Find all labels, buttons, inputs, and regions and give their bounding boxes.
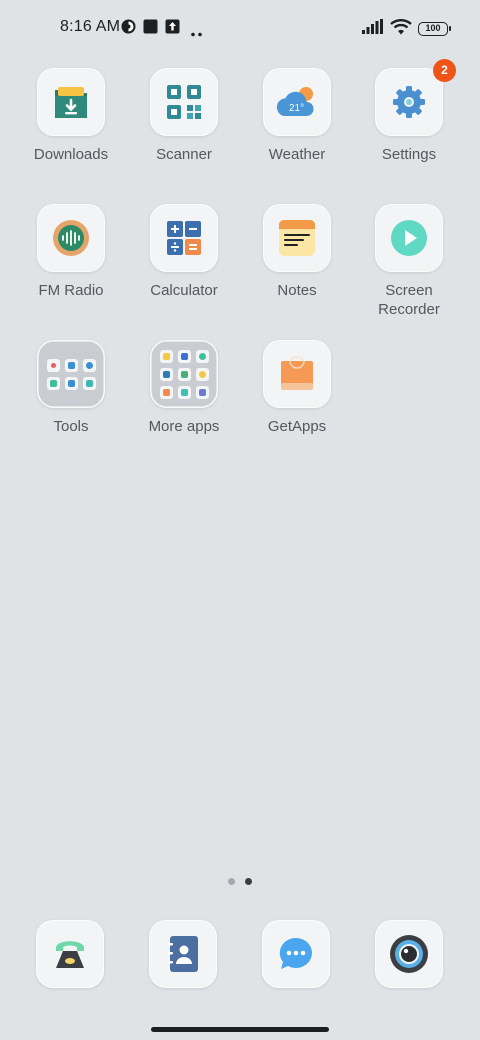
mini-video-icon — [177, 385, 191, 399]
app-getapps[interactable]: GetApps — [247, 340, 347, 436]
app-label: Tools — [53, 418, 89, 435]
download-folder-icon — [37, 68, 105, 136]
data-saver-icon — [121, 19, 136, 39]
app-label: Downloads — [33, 146, 109, 163]
battery-icon: 100 — [418, 22, 451, 36]
upload-arrow-icon — [165, 19, 180, 39]
app-label: More apps — [148, 418, 220, 435]
messages-icon — [262, 920, 330, 988]
mini-booking-icon — [159, 385, 173, 399]
dock-camera[interactable] — [375, 920, 443, 988]
qr-scanner-icon — [150, 68, 218, 136]
status-time: 8:16 AM — [60, 18, 121, 35]
cell-signal-icon — [362, 19, 384, 39]
mini-gallery-icon — [64, 358, 78, 372]
folder-icon — [37, 340, 105, 408]
shopping-bag-icon — [263, 340, 331, 408]
status-bar: 8:16 AM 100 — [0, 0, 480, 56]
calculator-icon — [150, 204, 218, 272]
mini-app-icon — [195, 385, 209, 399]
folder-more-apps[interactable]: More apps — [134, 340, 234, 436]
mini-linkedin-icon — [159, 367, 173, 381]
app-label: Notes — [277, 282, 317, 299]
app-downloads[interactable]: Downloads — [21, 68, 121, 164]
more-dots-icon — [191, 24, 203, 42]
weather-temp: 21° — [289, 103, 304, 114]
app-label-line2: Recorder — [378, 301, 440, 318]
page-dot-2-active[interactable] — [245, 878, 252, 885]
mini-facebook-icon — [177, 349, 191, 363]
app-label: Scanner — [156, 146, 212, 163]
mini-app-icon — [159, 349, 173, 363]
folder-icon — [150, 340, 218, 408]
mini-cleaner-icon — [82, 376, 96, 390]
mini-globe-icon — [195, 349, 209, 363]
page-indicator — [0, 878, 480, 885]
app-label: FM Radio — [38, 282, 104, 299]
app-calculator[interactable]: Calculator — [134, 204, 234, 300]
app-scanner[interactable]: Scanner — [134, 68, 234, 164]
square-notification-icon — [143, 19, 158, 39]
page-dot-1[interactable] — [228, 878, 235, 885]
wifi-icon — [390, 18, 412, 40]
mini-compass-icon — [82, 358, 96, 372]
notification-badge: 2 — [433, 59, 456, 82]
mini-app-icon — [177, 367, 191, 381]
app-label: Weather — [268, 146, 326, 163]
dock-phone[interactable] — [36, 920, 104, 988]
mini-app-icon — [195, 367, 209, 381]
notes-icon — [263, 204, 331, 272]
app-label: GetApps — [267, 418, 327, 435]
phone-icon — [36, 920, 104, 988]
mini-file-icon — [64, 376, 78, 390]
contacts-icon — [149, 920, 217, 988]
app-notes[interactable]: Notes — [247, 204, 347, 300]
dock-messages[interactable] — [262, 920, 330, 988]
app-label-line1: Screen — [385, 282, 433, 299]
app-label: Settings — [381, 146, 437, 163]
play-record-icon — [375, 204, 443, 272]
app-weather[interactable]: 21° Weather — [247, 68, 347, 164]
app-label: Calculator — [150, 282, 218, 299]
mini-recorder-icon — [46, 358, 60, 372]
app-screen-recorder[interactable]: Screen Recorder — [359, 204, 459, 319]
weather-cloud-sun-icon: 21° — [263, 68, 331, 136]
camera-icon — [375, 920, 443, 988]
app-fm-radio[interactable]: FM Radio — [21, 204, 121, 300]
folder-tools[interactable]: Tools — [21, 340, 121, 436]
radio-waves-icon — [37, 204, 105, 272]
mini-screen-icon — [46, 376, 60, 390]
app-settings[interactable]: 2 Settings — [359, 59, 459, 164]
dock-contacts[interactable] — [149, 920, 217, 988]
home-gesture-bar[interactable] — [151, 1027, 329, 1032]
gear-icon: 2 — [375, 59, 456, 136]
